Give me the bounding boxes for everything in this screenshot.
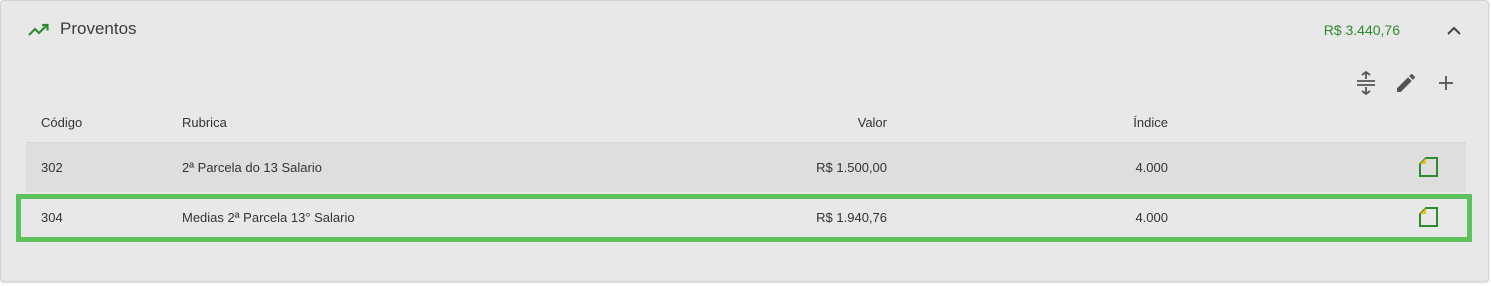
cell-codigo: 302 (41, 160, 63, 175)
column-header-codigo: Código (41, 115, 83, 130)
copy-document-icon[interactable] (1417, 155, 1441, 179)
cell-rubrica: 2ª Parcela do 13 Salario (182, 160, 322, 175)
chevron-up-icon[interactable] (1444, 21, 1464, 41)
expand-vertical-icon[interactable] (1354, 70, 1378, 96)
column-header-indice: Índice (1133, 115, 1168, 130)
pencil-icon[interactable] (1394, 71, 1418, 95)
trending-up-icon (28, 22, 50, 38)
cell-rubrica: Medias 2ª Parcela 13° Salario (182, 210, 355, 225)
column-header-valor: Valor (857, 115, 887, 130)
copy-document-icon[interactable] (1417, 205, 1441, 229)
proventos-panel: Proventos R$ 3.440,76 Código Rubrica Val… (0, 0, 1489, 282)
cell-valor: R$ 1.940,76 (816, 210, 887, 225)
panel-total: R$ 3.440,76 (1323, 22, 1400, 38)
plus-icon[interactable] (1434, 71, 1458, 95)
cell-indice: 4.000 (1135, 160, 1168, 175)
column-header-rubrica: Rubrica (182, 115, 227, 130)
table-row[interactable]: 302 2ª Parcela do 13 Salario R$ 1.500,00… (26, 143, 1466, 192)
cell-indice: 4.000 (1135, 210, 1168, 225)
cell-codigo: 304 (41, 210, 63, 225)
panel-title: Proventos (60, 19, 137, 38)
table-row[interactable]: 304 Medias 2ª Parcela 13° Salario R$ 1.9… (26, 193, 1466, 242)
cell-valor: R$ 1.500,00 (816, 160, 887, 175)
